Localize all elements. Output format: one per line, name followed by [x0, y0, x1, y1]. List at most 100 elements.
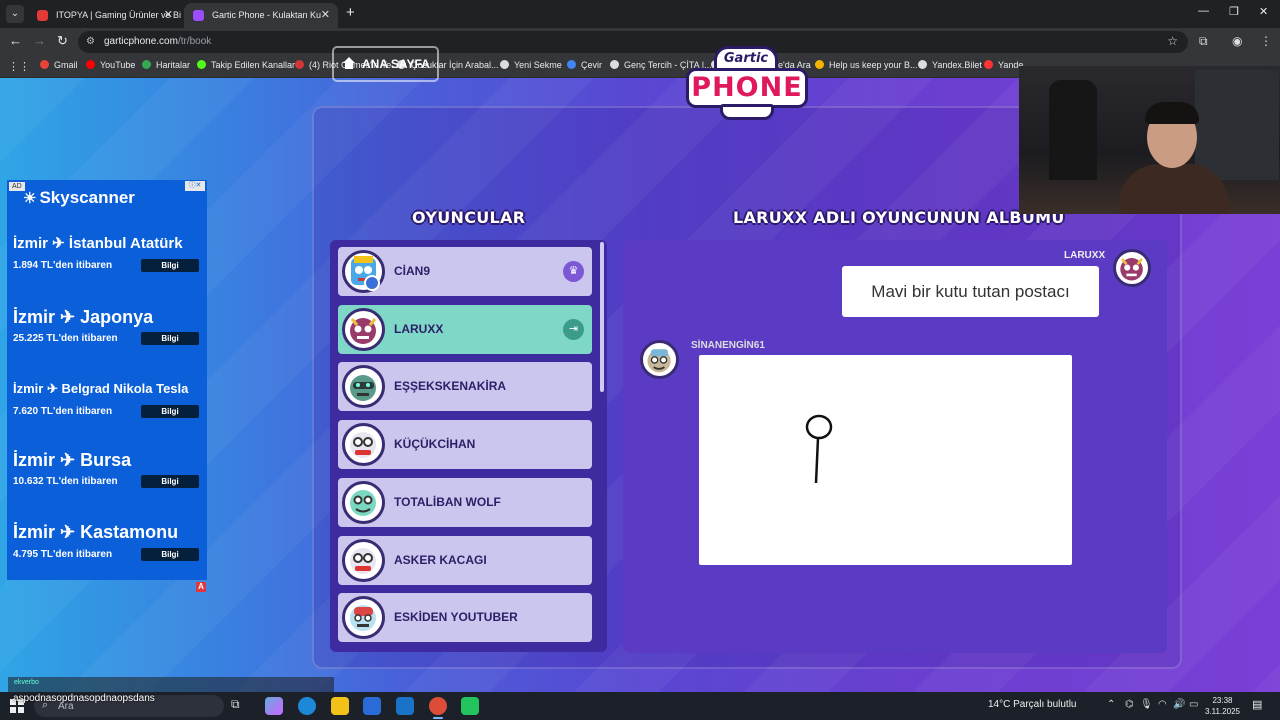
bookmark-kick[interactable]: Takip Edilen Kanallar — [197, 60, 295, 70]
battery-icon[interactable]: ▭ — [1189, 699, 1198, 710]
ad-info-button[interactable]: Bilgi — [141, 548, 199, 561]
chrome-icon[interactable] — [429, 697, 447, 719]
player-item[interactable]: CİAN9 ♛ — [338, 247, 592, 296]
bookmark-youtube[interactable]: YouTube — [86, 60, 135, 70]
drawing-canvas — [699, 355, 1072, 565]
gaming-chair — [1049, 80, 1097, 180]
ad-info-button[interactable]: Bilgi — [141, 475, 199, 488]
store-icon[interactable] — [363, 697, 381, 715]
player-avatar — [342, 308, 385, 351]
bookmark-translate[interactable]: Çevir — [567, 60, 602, 70]
bookmark-maps[interactable]: Haritalar — [142, 60, 190, 70]
streamer-hair — [1145, 102, 1199, 124]
notification-icon[interactable]: ▤ — [1252, 698, 1266, 712]
home-button[interactable]: ANA SAYFA — [332, 46, 439, 82]
bookmark-help[interactable]: Help us keep your B... — [815, 60, 918, 70]
ad-offer[interactable]: İzmir ✈ İstanbul Atatürk 1.894 TL'den it… — [13, 234, 205, 272]
minimize-icon[interactable]: — — [1198, 5, 1209, 17]
task-view-icon[interactable]: ⧉ — [231, 697, 249, 715]
new-tab-button[interactable]: + — [346, 4, 355, 21]
ad-route: İzmir ✈ Japonya — [13, 307, 154, 327]
extensions-icon[interactable]: ⧉ — [1199, 34, 1208, 49]
drawer-avatar — [640, 340, 679, 379]
logo-main: PHONE — [686, 68, 808, 108]
player-item[interactable]: KÜÇÜKCİHAN — [338, 420, 592, 469]
gartic-phone-logo[interactable]: Gartic PHONE — [686, 46, 808, 120]
ad-info-button[interactable]: Bilgi — [141, 405, 199, 418]
ad-offer[interactable]: İzmir ✈ Bursa 10.632 TL'den itibaren Bil… — [13, 450, 205, 488]
stream-chat-overlay: ekverbo — [8, 677, 334, 693]
outlook-icon[interactable] — [396, 697, 414, 715]
apps-grid-icon[interactable]: ⋮⋮ — [8, 60, 30, 73]
file-explorer-icon[interactable] — [331, 697, 349, 715]
player-avatar — [342, 596, 385, 639]
copilot-icon[interactable] — [265, 697, 283, 715]
home-icon — [343, 57, 355, 69]
maps-icon — [142, 60, 151, 69]
tab-search-button[interactable]: ⌄ — [6, 5, 24, 23]
edge-icon[interactable] — [298, 697, 316, 715]
network-icon[interactable]: ⌬ — [1125, 699, 1134, 710]
yandex-icon — [984, 60, 993, 69]
menu-icon[interactable]: ⋮ — [1260, 34, 1272, 48]
gmail-icon — [40, 60, 49, 69]
skyscanner-ad[interactable]: AD ⓘ✕ ☀ Skyscanner İzmir ✈ İstanbul Atatü… — [7, 180, 207, 580]
player-item[interactable]: TOTALİBAN WOLF — [338, 478, 592, 527]
tab-itopya[interactable]: ITOPYA | Gaming Ürünler ve Bil ✕ — [28, 3, 181, 28]
tab-gartic-phone[interactable]: Gartic Phone - Kulaktan Ku ✕ — [184, 3, 338, 28]
adchoices-icon[interactable]: A — [196, 582, 206, 592]
site-info-icon[interactable]: ⚙ — [86, 36, 95, 47]
skyscanner-logo-icon: ☀ — [23, 190, 37, 207]
ad-price: 10.632 TL'den itibaren — [13, 476, 118, 487]
author-avatar — [1113, 249, 1151, 287]
webcam-overlay — [1019, 66, 1280, 214]
ad-price: 1.894 TL'den itibaren — [13, 260, 113, 271]
bookmark-new-tab[interactable]: Yeni Sekme — [500, 60, 562, 70]
system-clock[interactable]: 23:38 3.11.2025 — [1205, 695, 1240, 717]
player-item[interactable]: LARUXX ⇥ — [338, 305, 592, 354]
close-window-icon[interactable]: ✕ — [1259, 5, 1268, 18]
tab-close-icon[interactable]: ✕ — [164, 3, 173, 28]
ad-offer[interactable]: İzmir ✈ Belgrad Nikola Tesla 7.620 TL'de… — [13, 381, 205, 418]
player-name: ESKİDEN YOUTUBER — [394, 610, 518, 624]
weather-widget[interactable]: 14°C Parçalı bulutlu — [988, 699, 1077, 710]
ad-brand: ☀ Skyscanner — [23, 188, 135, 207]
bookmark-yandex-bilet[interactable]: Yandex.Bilet — [918, 60, 982, 70]
tray-chevron-icon[interactable]: ⌃ — [1107, 699, 1115, 710]
exit-icon[interactable]: ⇥ — [563, 319, 584, 340]
ad-route: İzmir ✈ Kastamonu — [13, 522, 179, 542]
speaker-icon[interactable]: 🔊 — [1173, 699, 1185, 710]
help-icon — [815, 60, 824, 69]
bookmark-gmail[interactable]: Gmail — [40, 60, 78, 70]
ad-info-button[interactable]: Bilgi — [141, 332, 199, 345]
chat-username: ekverbo — [14, 679, 39, 686]
microphone-icon[interactable]: 🎙 — [1140, 699, 1153, 710]
tab-title: ITOPYA | Gaming Ürünler ve Bil — [56, 10, 181, 20]
browser-toolbar: ← → ↻ ⚙ garticphone.com/tr/book ☆ ⧉ ◉ ⋮ — [0, 28, 1280, 56]
browser-tab-bar: ⌄ ITOPYA | Gaming Ürünler ve Bil ✕ Garti… — [0, 0, 1280, 28]
tab-close-icon[interactable]: ✕ — [321, 3, 330, 28]
ad-price: 25.225 TL'den itibaren — [13, 333, 118, 344]
ad-close-icon[interactable]: ⓘ✕ — [185, 181, 205, 191]
home-button-label: ANA SAYFA — [362, 57, 430, 71]
forward-icon[interactable]: → — [33, 33, 46, 48]
reload-icon[interactable]: ↻ — [57, 33, 68, 49]
ad-info-button[interactable]: Bilgi — [141, 259, 199, 272]
player-item[interactable]: ASKER KACAGI — [338, 536, 592, 585]
profile-icon[interactable]: ◉ — [1232, 34, 1242, 48]
address-bar[interactable]: ⚙ garticphone.com/tr/book ☆ — [78, 31, 1188, 53]
ad-offer[interactable]: İzmir ✈ Japonya 25.225 TL'den itibaren B… — [13, 307, 205, 345]
kick-icon — [197, 60, 206, 69]
youtube-icon — [295, 60, 304, 69]
player-item[interactable]: ESKİDEN YOUTUBER — [338, 593, 592, 642]
back-icon[interactable]: ← — [9, 33, 22, 48]
ad-route: İzmir ✈ Belgrad Nikola Tesla — [13, 381, 189, 396]
album-title: LARUXX ADLI OYUNCUNUN ALBUMU — [733, 208, 1065, 227]
bookmark-star-icon[interactable]: ☆ — [1167, 34, 1178, 48]
stream-app-icon[interactable] — [461, 697, 479, 715]
host-user-icon — [364, 275, 380, 291]
player-item[interactable]: EŞŞEKSKENAKİRA — [338, 362, 592, 411]
ad-offer[interactable]: İzmir ✈ Kastamonu 4.795 TL'den itibaren … — [13, 522, 205, 561]
wifi-icon[interactable]: ◠ — [1158, 699, 1167, 710]
restore-icon[interactable]: ❐ — [1229, 5, 1239, 18]
